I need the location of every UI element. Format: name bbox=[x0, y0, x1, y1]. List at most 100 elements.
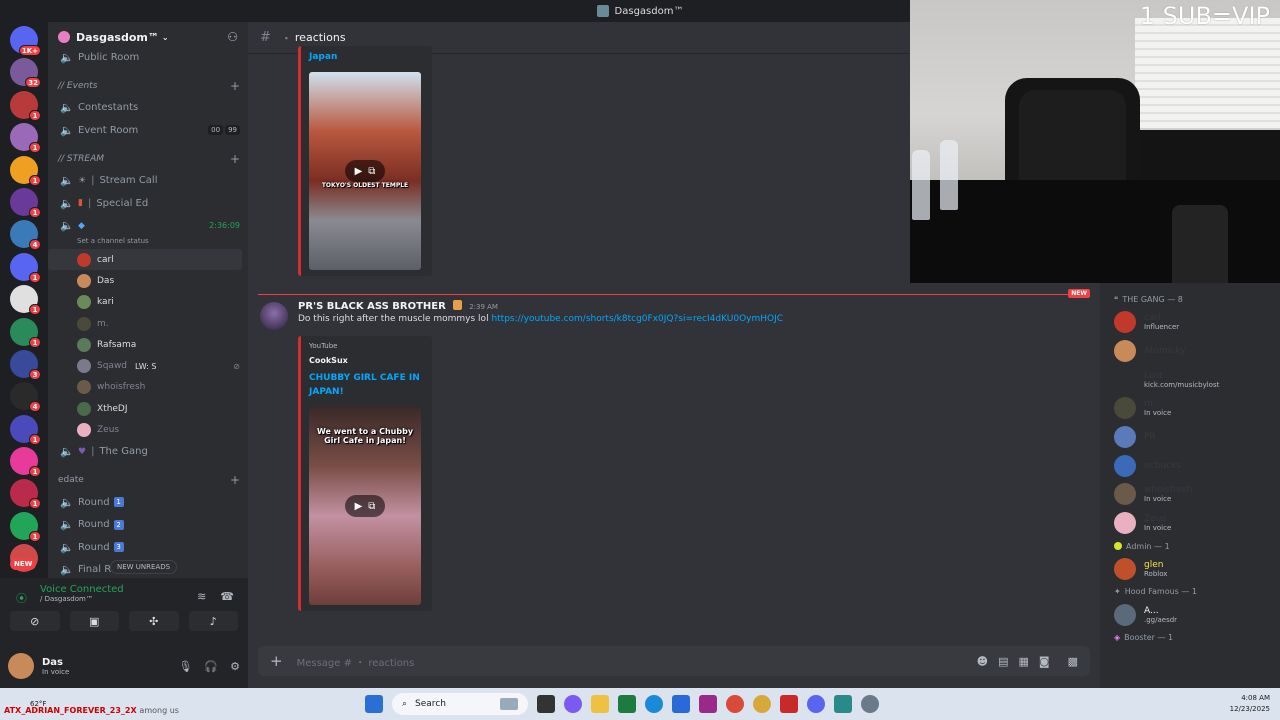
avatar[interactable] bbox=[260, 302, 288, 330]
server-icon[interactable]: 3 bbox=[10, 349, 41, 380]
microphone-icon[interactable]: 🎙 bbox=[178, 660, 192, 673]
headphones-icon[interactable]: 🎧 bbox=[204, 660, 218, 673]
channel-status[interactable]: Set a channel status bbox=[48, 237, 248, 249]
server-icon[interactable]: 1 bbox=[10, 479, 41, 510]
server-icon[interactable]: 1K+ bbox=[10, 26, 41, 56]
server-icon[interactable]: 1 bbox=[10, 447, 41, 478]
video-thumbnail[interactable]: TOKYO'S OLDEST TEMPLE ▶ ⧉ bbox=[309, 72, 421, 270]
embed-title[interactable]: CHUBBY GIRL CAFE IN JAPAN! bbox=[301, 369, 432, 403]
server-icon[interactable]: 1 bbox=[10, 187, 41, 218]
windows-start-icon[interactable] bbox=[365, 695, 383, 713]
voice-user[interactable]: Das bbox=[48, 270, 248, 291]
server-icon[interactable]: 1 bbox=[10, 414, 41, 445]
member-item[interactable]: Atomicky bbox=[1114, 337, 1280, 366]
message-link[interactable]: https://youtube.com/shorts/k8tcg0Fx0JQ?s… bbox=[491, 314, 783, 324]
voice-user[interactable]: kari bbox=[48, 292, 248, 313]
member-item[interactable]: whoisfresh In voice bbox=[1114, 480, 1280, 509]
member-item[interactable]: Lost kick.com/musicbylost bbox=[1114, 365, 1280, 394]
excel-icon[interactable] bbox=[618, 695, 636, 713]
add-channel-icon[interactable]: + bbox=[230, 473, 240, 487]
taskbar-clock[interactable]: 4:08 AM 12/23/2025 bbox=[1230, 693, 1270, 715]
voice-user[interactable]: whoisfresh bbox=[48, 377, 248, 398]
edge-icon[interactable] bbox=[645, 695, 663, 713]
discord-icon[interactable] bbox=[807, 695, 825, 713]
app-icon[interactable] bbox=[780, 695, 798, 713]
chrome-icon[interactable] bbox=[753, 695, 771, 713]
voice-user[interactable]: Rafsama bbox=[48, 334, 248, 355]
voice-user[interactable]: XtheDJ bbox=[48, 398, 248, 419]
apps-icon[interactable]: ☻ bbox=[977, 655, 988, 668]
member-item[interactable]: glen Roblox bbox=[1114, 555, 1280, 584]
channel-round[interactable]: 🔈 Round 1 bbox=[48, 491, 248, 514]
channel-event-room[interactable]: 🔈 Event Room 00 99 bbox=[48, 119, 248, 142]
category-stream[interactable]: // STREAM + bbox=[48, 148, 248, 170]
server-icon[interactable]: 32 bbox=[10, 58, 41, 89]
task-view-icon[interactable] bbox=[537, 695, 555, 713]
add-user-icon[interactable]: ⚇ bbox=[227, 30, 238, 44]
member-item[interactable]: Zeus In voice bbox=[1114, 509, 1280, 538]
avatar[interactable] bbox=[8, 653, 34, 679]
server-icon[interactable]: 1 bbox=[10, 123, 41, 154]
screen-share-button[interactable]: ▣ bbox=[69, 611, 119, 631]
embed-author[interactable]: CookSux bbox=[301, 350, 432, 369]
file-explorer-icon[interactable] bbox=[591, 695, 609, 713]
server-icon[interactable]: 1 bbox=[10, 90, 41, 121]
chrome-icon[interactable] bbox=[726, 695, 744, 713]
server-icon[interactable]: 4 bbox=[10, 220, 41, 251]
store-icon[interactable] bbox=[672, 695, 690, 713]
server-icon[interactable]: 1 bbox=[10, 317, 41, 348]
play-button[interactable]: ▶ ⧉ bbox=[345, 495, 385, 517]
gift-icon[interactable]: ▩ bbox=[1068, 655, 1078, 668]
camera-button[interactable]: ⊘ bbox=[10, 611, 60, 631]
member-item[interactable]: ucbucks bbox=[1114, 451, 1280, 480]
channel-contestants[interactable]: 🔈 Contestants bbox=[48, 97, 248, 120]
server-icon[interactable]: 4 bbox=[10, 382, 41, 413]
activities-button[interactable]: ✣ bbox=[129, 611, 179, 631]
add-channel-icon[interactable]: + bbox=[230, 152, 240, 166]
play-button[interactable]: ▶ ⧉ bbox=[345, 160, 385, 182]
channel-the-gang[interactable]: 🔈 ♥ | The Gang bbox=[48, 441, 248, 464]
server-icon[interactable]: 1 bbox=[10, 511, 41, 542]
voice-user[interactable]: m. bbox=[48, 313, 248, 334]
notepad-icon[interactable] bbox=[834, 695, 852, 713]
member-item[interactable]: carl Influencer bbox=[1114, 308, 1280, 337]
channel-public-room[interactable]: 🔈 Public Room bbox=[48, 46, 248, 69]
category-edate[interactable]: edate + bbox=[48, 469, 248, 491]
server-icon[interactable]: 1 bbox=[10, 285, 41, 316]
message-input[interactable]: Message # ・ reactions bbox=[297, 654, 415, 669]
message-author[interactable]: PR'S BLACK ASS BROTHER bbox=[298, 301, 446, 312]
server-icon[interactable]: 1 bbox=[10, 252, 41, 283]
category-events[interactable]: // Events + bbox=[48, 75, 248, 97]
gear-icon[interactable] bbox=[861, 695, 879, 713]
message-composer[interactable]: + Message # ・ reactions ☻ ▤ ▦ ◙ ▩ bbox=[258, 646, 1090, 676]
voice-user[interactable]: Sqawd LW: S ⊘ bbox=[48, 355, 248, 376]
taskbar-search[interactable]: ⌕ Search bbox=[392, 693, 528, 715]
embed-title[interactable]: Japan bbox=[301, 46, 432, 68]
gif-icon[interactable]: ▤ bbox=[998, 655, 1008, 668]
voice-user[interactable]: carl bbox=[48, 249, 242, 271]
emoji-icon[interactable]: ◙ bbox=[1039, 655, 1050, 668]
channel-round[interactable]: 🔈 Round 2 bbox=[48, 514, 248, 537]
avatar bbox=[1114, 512, 1136, 535]
app-icon[interactable] bbox=[699, 695, 717, 713]
channel-special-ed[interactable]: 🔈 ▮ | Special Ed bbox=[48, 192, 248, 215]
avatar bbox=[1114, 397, 1136, 420]
voice-user[interactable]: Zeus bbox=[48, 419, 248, 440]
member-item[interactable]: A... .gg/aesdr bbox=[1114, 600, 1280, 629]
channel-round[interactable]: 🔈 Round 3 bbox=[48, 536, 248, 559]
plus-icon[interactable]: + bbox=[270, 652, 283, 670]
disconnect-icon[interactable]: ☎ bbox=[220, 590, 234, 603]
channel-active-voice[interactable]: 🔈 ◆ 2:36:09 bbox=[48, 215, 248, 238]
member-item[interactable]: m. In voice bbox=[1114, 394, 1280, 423]
add-channel-icon[interactable]: + bbox=[230, 79, 240, 93]
new-unreads-pill[interactable]: NEW UNREADS bbox=[110, 560, 178, 574]
copilot-icon[interactable] bbox=[564, 695, 582, 713]
server-icon[interactable]: 1 bbox=[10, 155, 41, 186]
soundboard-button[interactable]: ♪ bbox=[188, 611, 238, 631]
channel-stream-call[interactable]: 🔈 ☀ | Stream Call bbox=[48, 170, 248, 193]
noise-suppression-icon[interactable]: ≋ bbox=[197, 590, 206, 603]
video-thumbnail[interactable]: We went to a Chubby Girl Cafe in Japan! … bbox=[309, 407, 421, 605]
gear-icon[interactable]: ⚙ bbox=[230, 660, 240, 673]
sticker-icon[interactable]: ▦ bbox=[1019, 655, 1029, 668]
member-item[interactable]: PR bbox=[1114, 423, 1280, 452]
